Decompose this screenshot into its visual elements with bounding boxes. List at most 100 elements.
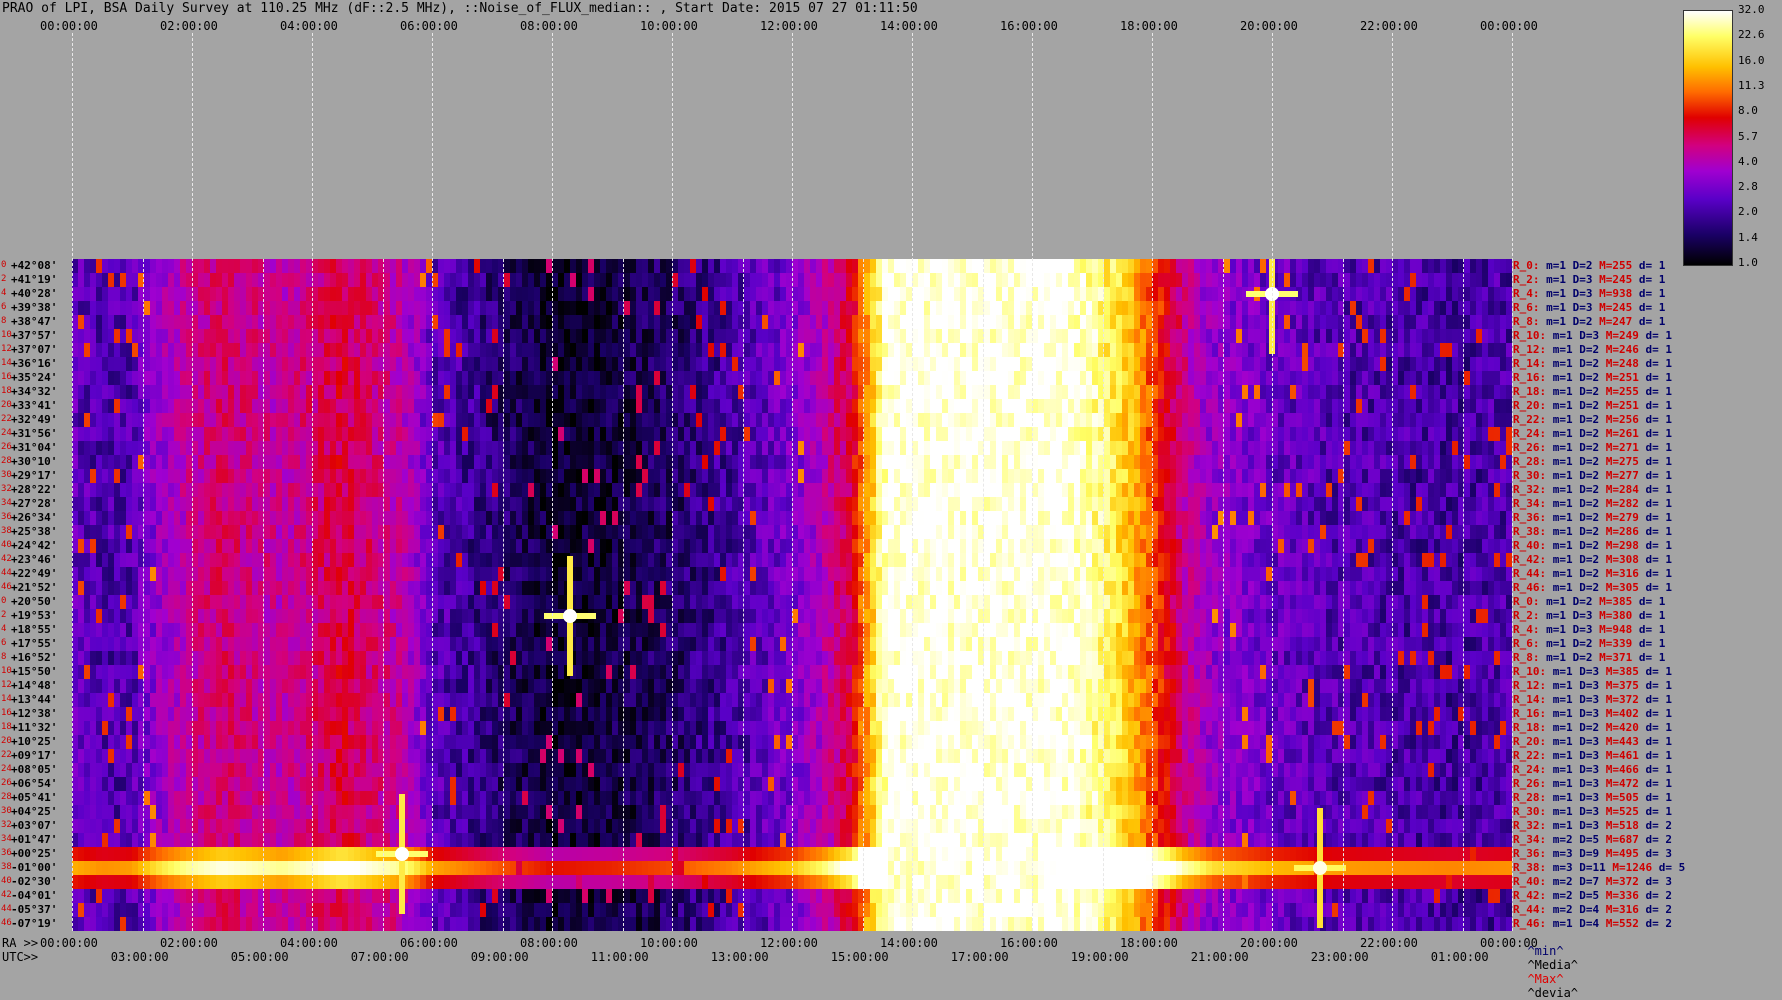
heatmap-cell (390, 917, 397, 931)
heatmap-cell (654, 259, 661, 274)
heatmap-cell (636, 455, 643, 470)
heatmap-cell (126, 651, 133, 666)
heatmap-cell (612, 511, 619, 526)
heatmap-cell (606, 539, 613, 554)
heatmap-cell (420, 875, 427, 890)
heatmap-cell (588, 525, 595, 540)
heatmap-cell (120, 833, 127, 848)
heatmap-cell (462, 693, 469, 708)
heatmap-cell (204, 259, 211, 274)
heatmap-cell (126, 707, 133, 722)
heatmap-cell (420, 819, 427, 834)
heatmap-cell (510, 903, 517, 918)
top-tick-label: 00:00:00 (40, 19, 98, 33)
heatmap-cell (162, 427, 169, 442)
heatmap-cell (438, 707, 445, 722)
heatmap-cell (108, 833, 115, 848)
heatmap-cell (90, 679, 97, 694)
heatmap-cell (660, 497, 667, 512)
heatmap-cell (576, 679, 583, 694)
heatmap-cell (366, 427, 373, 442)
heatmap-cell (588, 413, 595, 428)
heatmap-cell (144, 287, 151, 302)
heatmap-cell (102, 917, 109, 931)
heatmap-cell (300, 301, 307, 316)
heatmap-cell (414, 259, 421, 274)
heatmap-cell (534, 315, 541, 330)
heatmap-cell (222, 903, 229, 918)
heatmap-cell (366, 511, 373, 526)
heatmap-cell (564, 735, 571, 750)
heatmap-cell (300, 637, 307, 652)
heatmap-cell (78, 301, 85, 316)
heatmap-cell (630, 469, 637, 484)
heatmap-cell (480, 721, 487, 736)
heatmap-cell (474, 707, 481, 722)
heatmap-cell (678, 427, 685, 442)
heatmap-cell (324, 609, 331, 624)
heatmap-cell (636, 735, 643, 750)
heatmap-cell (564, 525, 571, 540)
heatmap-cell (654, 861, 661, 876)
heatmap-cell (624, 917, 631, 931)
heatmap-cell (240, 791, 247, 806)
heatmap-cell (390, 651, 397, 666)
heatmap-cell (504, 343, 511, 358)
heatmap-cell (570, 679, 577, 694)
heatmap-cell (492, 427, 499, 442)
heatmap-cell (660, 609, 667, 624)
heatmap-cell (408, 469, 415, 484)
heatmap-cell (342, 763, 349, 778)
heatmap-cell (684, 721, 691, 736)
heatmap-cell (330, 847, 337, 862)
heatmap-cell (222, 595, 229, 610)
heatmap-cell (336, 525, 343, 540)
heatmap-cell (96, 455, 103, 470)
heatmap-cell (324, 287, 331, 302)
heatmap-cell (534, 917, 541, 931)
heatmap-cell (660, 595, 667, 610)
heatmap-cell (678, 693, 685, 708)
heatmap-cell (648, 861, 655, 876)
top-tick-label: 10:00:00 (640, 19, 698, 33)
heatmap-cell (300, 287, 307, 302)
heatmap-cell (156, 413, 163, 428)
heatmap-cell (264, 749, 271, 764)
heatmap-cell (534, 805, 541, 820)
heatmap-cell (630, 777, 637, 792)
heatmap-cell (240, 427, 247, 442)
heatmap-cell (126, 301, 133, 316)
heatmap-cell (360, 763, 367, 778)
heatmap-cell (414, 763, 421, 778)
heatmap-cell (240, 441, 247, 456)
heatmap-cell (360, 553, 367, 568)
heatmap-cell (456, 441, 463, 456)
heatmap-cell (174, 889, 181, 904)
heatmap-cell (132, 399, 139, 414)
heatmap-cell (360, 665, 367, 680)
heatmap-cell (180, 259, 187, 274)
heatmap-cell (684, 903, 691, 918)
heatmap-cell (366, 343, 373, 358)
heatmap-cell (648, 819, 655, 834)
heatmap-cell (504, 875, 511, 890)
heatmap-cell (144, 735, 151, 750)
heatmap-cell (522, 595, 529, 610)
heatmap-cell (444, 805, 451, 820)
heatmap-cell (402, 567, 409, 582)
heatmap-cell (510, 805, 517, 820)
heatmap-cell (408, 637, 415, 652)
heatmap-cell (102, 539, 109, 554)
heatmap-cell (120, 441, 127, 456)
heatmap-cell (474, 749, 481, 764)
heatmap-cell (606, 413, 613, 428)
heatmap-cell (288, 567, 295, 582)
heatmap-cell (438, 623, 445, 638)
heatmap-cell (414, 399, 421, 414)
heatmap-cell (528, 805, 535, 820)
heatmap-cell (204, 791, 211, 806)
heatmap-cell (582, 329, 589, 344)
heatmap-cell (336, 343, 343, 358)
heatmap-cell (576, 847, 583, 862)
heatmap-cell (594, 707, 601, 722)
